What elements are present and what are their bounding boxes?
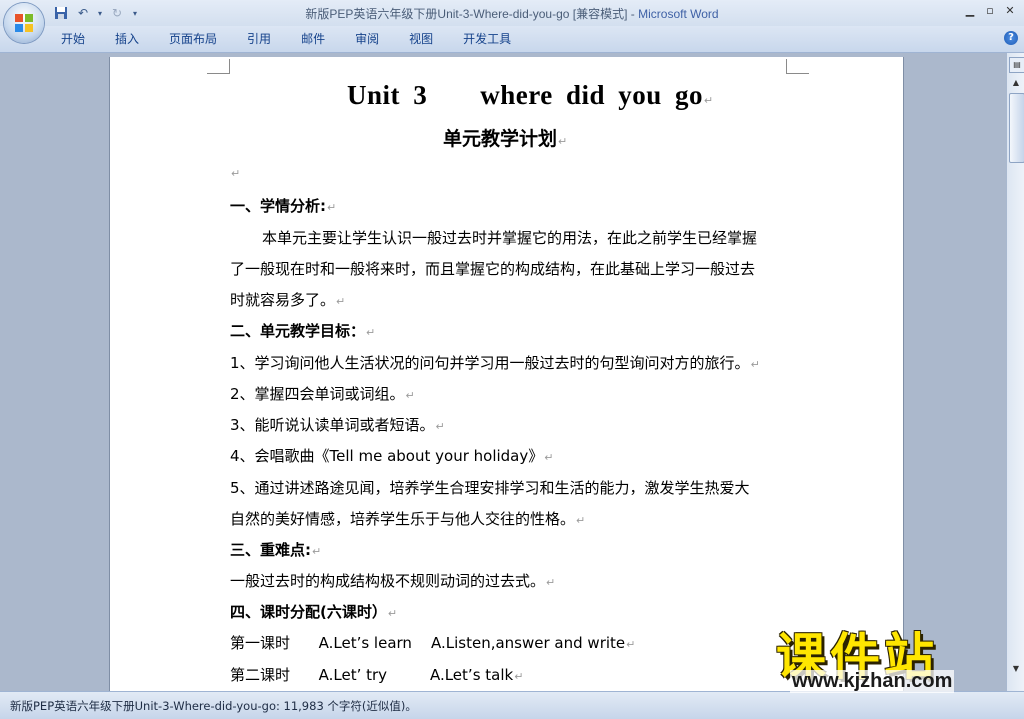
- status-text: 新版PEP英语六年级下册Unit-3-Where-did-you-go: 11,…: [10, 699, 417, 713]
- paragraph-line: 时就容易多了。↵: [230, 291, 346, 309]
- document-heading: Unit 3 where did you go↵: [347, 80, 714, 110]
- document-page[interactable]: [110, 57, 903, 697]
- close-icon[interactable]: ✕: [1000, 2, 1020, 20]
- tab-view[interactable]: 视图: [400, 30, 442, 48]
- window-controls: ▁ ▫ ✕: [960, 2, 1020, 20]
- tab-home[interactable]: 开始: [52, 30, 94, 48]
- document-subheading: 单元教学计划↵: [443, 128, 568, 150]
- scroll-up-icon[interactable]: ▲: [1009, 77, 1023, 89]
- ribbon-tabs: 开始 插入 页面布局 引用 邮件 审阅 视图 开发工具: [52, 30, 532, 48]
- office-button[interactable]: [4, 3, 44, 43]
- tab-page-layout[interactable]: 页面布局: [160, 30, 226, 48]
- watermark-url: www.kjzhan.com: [790, 670, 955, 693]
- app-name: Microsoft Word: [638, 7, 719, 21]
- section-heading: 三、重难点:↵: [230, 541, 322, 559]
- section-heading: 四、课时分配(六课时）↵: [230, 603, 398, 621]
- tab-developer[interactable]: 开发工具: [454, 30, 520, 48]
- margin-corner-mark: [207, 59, 230, 74]
- minimize-icon[interactable]: ▁: [960, 2, 980, 20]
- status-bar: 新版PEP英语六年级下册Unit-3-Where-did-you-go: 11,…: [0, 691, 1024, 719]
- schedule-row: 第一课时 A.Let’s learn A.Listen,answer and w…: [230, 634, 636, 652]
- office-logo-icon: [15, 14, 33, 32]
- margin-corner-mark: [786, 59, 809, 74]
- empty-paragraph: ↵: [231, 167, 241, 180]
- window-title: 新版PEP英语六年级下册Unit-3-Where-did-you-go [兼容模…: [0, 5, 1024, 22]
- ruler-toggle-icon[interactable]: ▤: [1009, 57, 1024, 73]
- paragraph-line: 了一般现在时和一般将来时，而且掌握它的构成结构，在此基础上学习一般过去: [230, 260, 756, 278]
- tab-references[interactable]: 引用: [238, 30, 280, 48]
- scroll-thumb[interactable]: [1009, 93, 1024, 163]
- tab-mailings[interactable]: 邮件: [292, 30, 334, 48]
- help-icon[interactable]: ?: [1004, 31, 1018, 45]
- vertical-scrollbar[interactable]: ▤ ▲ ▼: [1006, 53, 1024, 691]
- paragraph-line: 本单元主要让学生认识一般过去时并掌握它的用法，在此之前学生已经掌握: [262, 229, 758, 247]
- list-item: 自然的美好情感，培养学生乐于与他人交往的性格。↵: [230, 510, 586, 528]
- scroll-down-icon[interactable]: ▼: [1009, 663, 1023, 675]
- tab-insert[interactable]: 插入: [106, 30, 148, 48]
- list-item: 1、学习询问他人生活状况的问句并学习用一般过去时的句型询问对方的旅行。↵: [230, 354, 760, 372]
- title-bar: ↶ ▾ ↻ ▾ 新版PEP英语六年级下册Unit-3-Where-did-you…: [0, 0, 1024, 26]
- document-title: 新版PEP英语六年级下册Unit-3-Where-did-you-go [兼容模…: [305, 7, 639, 21]
- list-item: 5、通过讲述路途见闻，培养学生合理安排学习和生活的能力，激发学生热爱大: [230, 479, 750, 497]
- list-item: 2、掌握四会单词或词组。↵: [230, 385, 415, 403]
- paragraph-line: 一般过去时的构成结构极不规则动词的过去式。↵: [230, 572, 556, 590]
- restore-icon[interactable]: ▫: [980, 2, 1000, 20]
- schedule-row: 第二课时 A.Let’ try A.Let’s talk↵: [230, 666, 524, 684]
- list-item: 4、会唱歌曲《Tell me about your holiday》↵: [230, 447, 554, 465]
- ribbon: 开始 插入 页面布局 引用 邮件 审阅 视图 开发工具: [0, 26, 1024, 53]
- section-heading: 一、学情分析:↵: [230, 197, 337, 215]
- tab-review[interactable]: 审阅: [346, 30, 388, 48]
- list-item: 3、能听说认读单词或者短语。↵: [230, 416, 445, 434]
- section-heading: 二、单元教学目标：↵: [230, 322, 376, 340]
